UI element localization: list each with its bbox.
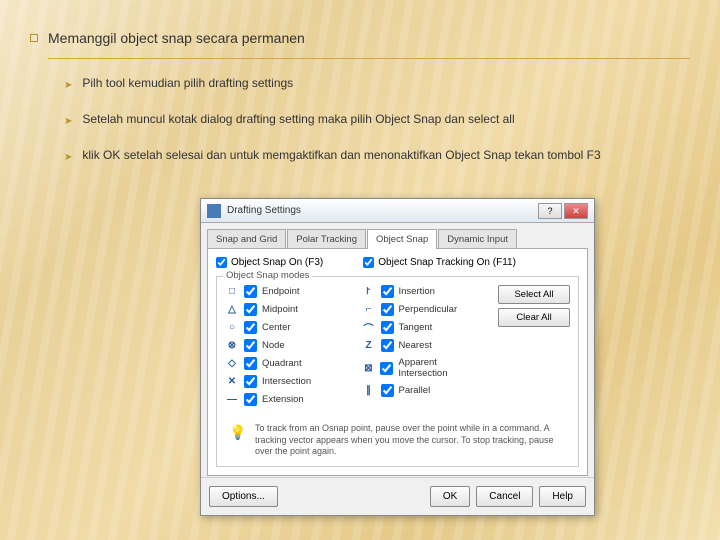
snap-checkbox[interactable] <box>381 339 394 352</box>
snap-mode-parallel[interactable]: ∥ Parallel <box>362 384 489 397</box>
snap-label: Center <box>262 322 291 333</box>
close-window-button[interactable]: ✕ <box>564 203 588 219</box>
snap-mode-center[interactable]: ○ Center <box>225 321 352 334</box>
snap-symbol-icon: ∥ <box>362 385 376 397</box>
snap-mode-intersection[interactable]: ✕ Intersection <box>225 375 352 388</box>
snap-label: Insertion <box>399 286 435 297</box>
clear-all-button[interactable]: Clear All <box>498 308 570 327</box>
snap-mode-apparent-intersection[interactable]: ⊠ Apparent Intersection <box>362 357 489 379</box>
snap-mode-extension[interactable]: — Extension <box>225 393 352 406</box>
snap-label: Quadrant <box>262 358 302 369</box>
snap-symbol-icon: ⌐ <box>362 304 376 316</box>
select-all-button[interactable]: Select All <box>498 285 570 304</box>
tab-snap-grid[interactable]: Snap and Grid <box>207 229 286 249</box>
lightbulb-icon: 💡 <box>229 423 247 441</box>
tip-text: To track from an Osnap point, pause over… <box>255 423 566 458</box>
heading-underline <box>48 58 690 59</box>
snap-mode-perpendicular[interactable]: ⌐ Perpendicular <box>362 303 489 316</box>
dialog-title: Drafting Settings <box>227 205 536 216</box>
snap-mode-tangent[interactable]: ⌒ Tangent <box>362 321 489 334</box>
help-window-button[interactable]: ? <box>538 203 562 219</box>
snap-label: Tangent <box>399 322 433 333</box>
object-snap-on-checkbox[interactable]: Object Snap On (F3) <box>216 257 323 268</box>
snap-mode-midpoint[interactable]: △ Midpoint <box>225 303 352 316</box>
snap-mode-endpoint[interactable]: □ Endpoint <box>225 285 352 298</box>
drafting-settings-dialog: Drafting Settings ? ✕ Snap and Grid Pola… <box>200 198 595 516</box>
snap-checkbox[interactable] <box>244 321 257 334</box>
snap-label: Midpoint <box>262 304 298 315</box>
bullet-square <box>30 34 38 42</box>
snap-checkbox[interactable] <box>381 303 394 316</box>
title-bar: Drafting Settings ? ✕ <box>201 199 594 223</box>
snap-label: Intersection <box>262 376 311 387</box>
snap-symbol-icon: ◇ <box>225 358 239 370</box>
snap-symbol-icon: ✕ <box>225 376 239 388</box>
snap-checkbox[interactable] <box>381 321 394 334</box>
snap-label: Endpoint <box>262 286 300 297</box>
snap-symbol-icon: ○ <box>225 322 239 334</box>
snap-symbol-icon: ⌒ <box>362 322 376 334</box>
snap-label: Node <box>262 340 285 351</box>
snap-symbol-icon: — <box>225 394 239 406</box>
object-snap-tracking-on-checkbox[interactable]: Object Snap Tracking On (F11) <box>363 257 516 268</box>
tab-object-snap[interactable]: Object Snap <box>367 229 437 249</box>
snap-mode-quadrant[interactable]: ◇ Quadrant <box>225 357 352 370</box>
snap-checkbox[interactable] <box>244 357 257 370</box>
tab-pane: Object Snap On (F3) Object Snap Tracking… <box>207 248 588 476</box>
snap-checkbox[interactable] <box>244 393 257 406</box>
options-button[interactable]: Options... <box>209 486 278 507</box>
snap-symbol-icon: ꜓ <box>362 286 376 298</box>
help-button[interactable]: Help <box>539 486 586 507</box>
snap-checkbox[interactable] <box>244 285 257 298</box>
group-label: Object Snap modes <box>223 270 312 281</box>
snap-modes-group: Object Snap modes □Endpoint△Midpoint○Cen… <box>216 276 579 467</box>
snap-symbol-icon: △ <box>225 304 239 316</box>
snap-checkbox[interactable] <box>381 384 394 397</box>
snap-symbol-icon: □ <box>225 286 239 298</box>
snap-symbol-icon: Z <box>362 340 376 352</box>
snap-checkbox[interactable] <box>244 339 257 352</box>
snap-checkbox[interactable] <box>244 303 257 316</box>
tab-polar-tracking[interactable]: Polar Tracking <box>287 229 366 249</box>
tab-dynamic-input[interactable]: Dynamic Input <box>438 229 517 249</box>
snap-label: Extension <box>262 394 304 405</box>
snap-mode-insertion[interactable]: ꜓ Insertion <box>362 285 489 298</box>
snap-label: Parallel <box>399 385 431 396</box>
snap-symbol-icon: ⊠ <box>362 362 376 374</box>
snap-checkbox[interactable] <box>381 285 394 298</box>
cancel-button[interactable]: Cancel <box>476 486 533 507</box>
snap-mode-nearest[interactable]: Z Nearest <box>362 339 489 352</box>
arrow-icon: ➤ <box>64 149 72 167</box>
app-icon <box>207 204 221 218</box>
snap-checkbox[interactable] <box>380 362 393 375</box>
snap-mode-node[interactable]: ⊗ Node <box>225 339 352 352</box>
ok-button[interactable]: OK <box>430 486 470 507</box>
bullet-2: Setelah muncul kotak dialog drafting set… <box>82 109 514 131</box>
snap-checkbox[interactable] <box>244 375 257 388</box>
arrow-icon: ➤ <box>64 77 72 95</box>
tab-bar: Snap and Grid Polar Tracking Object Snap… <box>201 223 594 249</box>
slide-heading: Memanggil object snap secara permanen <box>48 30 305 46</box>
bullet-3: klik OK setelah selesai dan untuk memgak… <box>82 145 600 167</box>
snap-label: Perpendicular <box>399 304 458 315</box>
snap-symbol-icon: ⊗ <box>225 340 239 352</box>
arrow-icon: ➤ <box>64 113 72 131</box>
snap-label: Nearest <box>399 340 432 351</box>
snap-label: Apparent Intersection <box>398 357 488 379</box>
bullet-1: Pilh tool kemudian pilih drafting settin… <box>82 73 293 95</box>
button-bar: Options... OK Cancel Help <box>201 477 594 515</box>
